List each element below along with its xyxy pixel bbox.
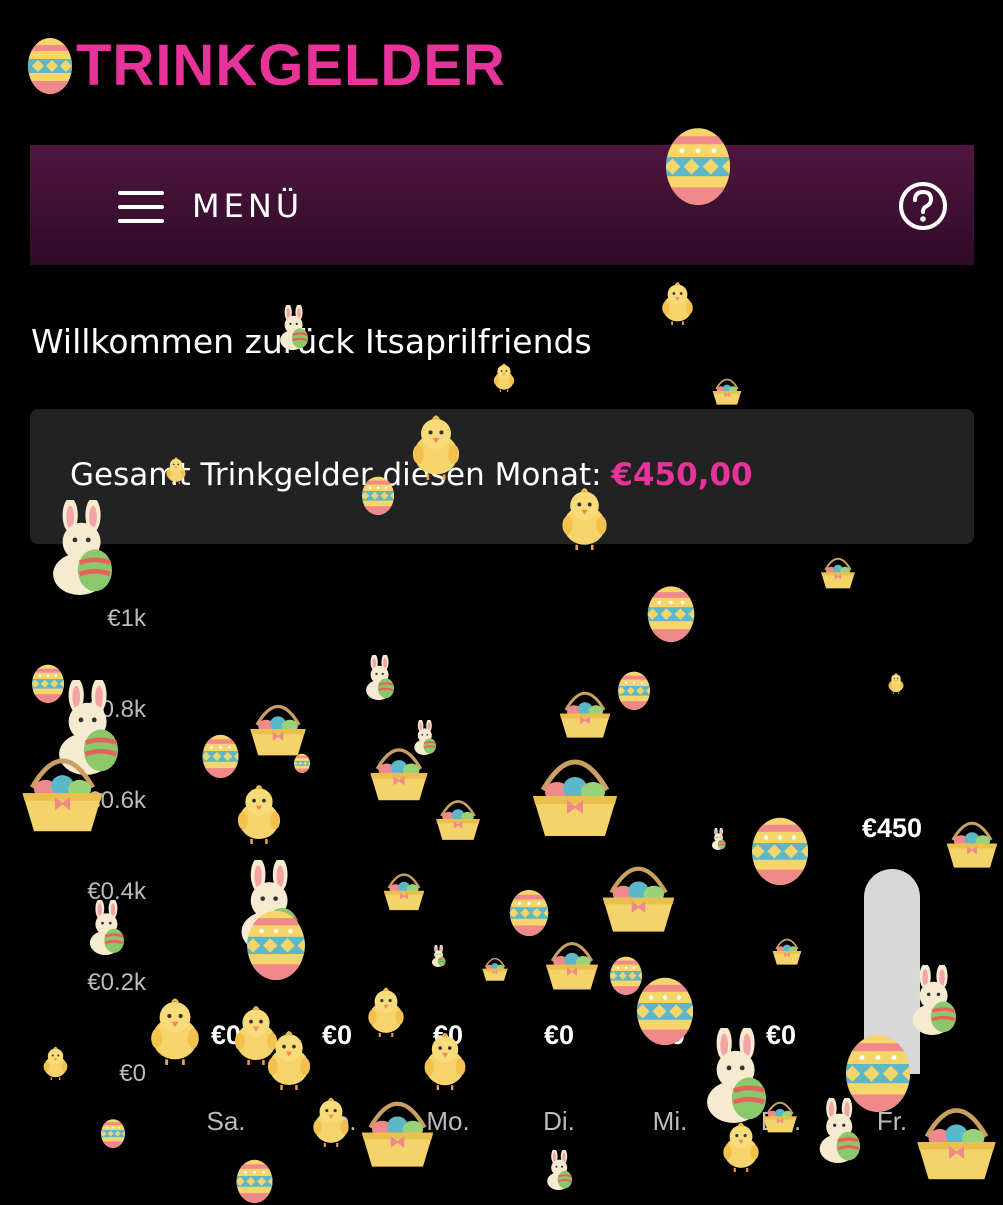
menu-button[interactable]: MENÜ [192,187,303,225]
easter-chick-icon [237,785,281,844]
bar-value-label: €0 [765,1020,797,1050]
easter-egg-logo-icon [28,38,72,94]
easter-basket-icon [917,1108,996,1180]
easter-chick-icon [662,282,693,325]
easter-basket-icon [712,378,742,405]
easter-basket-icon [436,800,480,840]
easter-basket-icon [370,748,428,801]
y-tick-label: €1k [107,605,146,632]
easter-egg-icon [236,1159,273,1203]
easter-bunny-icon [59,680,118,775]
bar-value-label: €0 [654,1020,686,1050]
easter-egg-icon [618,671,650,710]
bar-value-label: €0 [543,1020,575,1050]
easter-egg-icon [610,956,642,995]
easter-basket-icon [482,957,508,981]
easter-bunny-icon [241,860,299,952]
easter-basket-icon [821,557,855,589]
easter-basket-icon [250,705,306,756]
y-tick-label: €0.8k [87,696,146,723]
monthly-tips-amount: €450,00 [611,457,753,493]
easter-chick-icon [888,673,904,694]
bar-value-label: €450 [861,813,923,844]
easter-bunny-icon [414,720,436,755]
easter-bunny-icon [547,1150,572,1190]
bar-value-label: €0 [210,1020,242,1050]
easter-egg-icon [101,1119,125,1148]
logo-text: TRINKGELDER [76,32,506,98]
navbar: MENÜ [30,145,974,265]
x-tick-label: Di. [543,1106,575,1136]
chart-bar[interactable] [864,869,920,1074]
easter-egg-icon [247,910,305,980]
question-circle-icon[interactable] [898,181,948,231]
easter-bunny-icon [431,945,446,967]
monthly-tips-text: Gesamt Trinkgelder diesen Monat: €450,00 [70,457,753,493]
welcome-text: Willkommen zurück Itsaprilfriends [31,322,592,361]
easter-egg-icon [647,586,695,642]
easter-basket-icon [772,938,802,965]
easter-egg-icon [294,753,310,773]
x-tick-label: So. [317,1106,357,1136]
bar-value-label: €0 [321,1020,353,1050]
y-tick-label: €0.4k [87,878,146,905]
easter-egg-icon [509,889,549,936]
easter-basket-icon [946,821,998,868]
logo[interactable]: TRINKGELDER [26,30,506,100]
bar-value-label: €0 [432,1020,464,1050]
easter-bunny-icon [366,655,394,700]
x-tick-label: Fr. [876,1106,908,1136]
easter-bunny-icon [89,900,124,955]
easter-basket-icon [559,691,611,738]
easter-basket-icon [533,759,617,836]
x-tick-label: Do. [760,1106,802,1136]
x-tick-label: Mo. [426,1106,470,1136]
y-tick-label: €0.2k [87,969,146,996]
easter-basket-icon [602,866,675,932]
monthly-tips-card: Gesamt Trinkgelder diesen Monat: €450,00 [30,409,974,544]
easter-basket-icon [545,942,599,990]
hamburger-icon[interactable] [118,191,164,223]
x-tick-label: Mi. [652,1106,688,1136]
monthly-tips-label: Gesamt Trinkgelder diesen Monat: [70,457,612,493]
easter-egg-icon [202,734,239,778]
easter-chick-icon [493,363,515,392]
easter-bunny-icon [711,828,726,850]
y-tick-label: €0.6k [87,787,146,814]
easter-basket-icon [383,873,425,911]
y-tick-label: €0 [119,1060,146,1087]
x-tick-label: Sa. [206,1106,246,1136]
easter-egg-icon [752,817,808,885]
